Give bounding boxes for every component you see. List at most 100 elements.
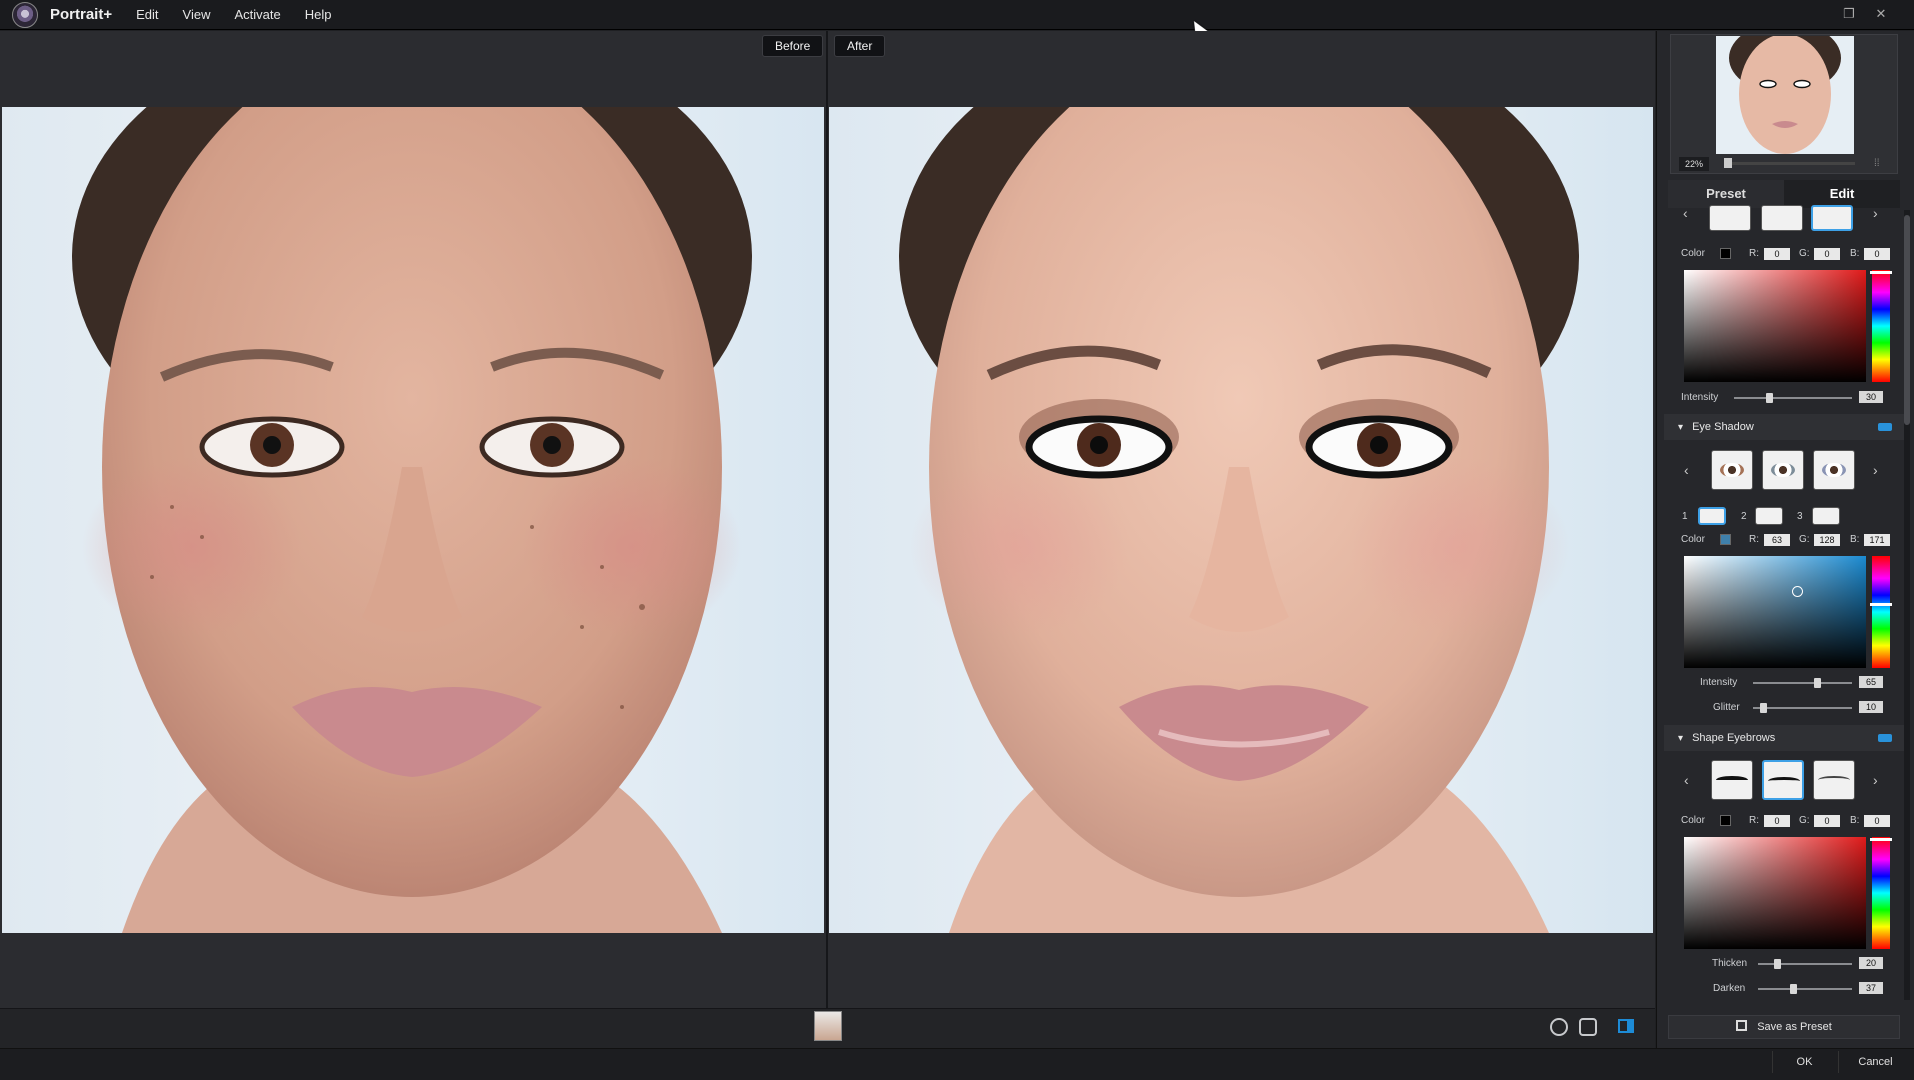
app-logo-icon (12, 1, 38, 28)
eyeliner-next-arrow-icon[interactable]: › (1873, 205, 1878, 221)
eye-shadow-hue-bar[interactable] (1872, 556, 1890, 668)
after-button[interactable]: After (834, 35, 886, 57)
before-portrait-image (2, 107, 824, 933)
eye-shadow-picker-cursor[interactable] (1792, 586, 1803, 597)
eye-shadow-style-2[interactable] (1762, 450, 1804, 490)
eye-shadow-header[interactable]: Eye Shadow (1664, 414, 1904, 440)
eye-shadow-intensity-value[interactable]: 65 (1859, 676, 1883, 688)
eyebrows-color-label: Color (1681, 815, 1705, 826)
filmstrip-thumbnail[interactable] (814, 1011, 842, 1041)
restore-window-icon[interactable]: ❐ (1836, 3, 1862, 25)
eye-shadow-intensity-knob[interactable] (1814, 678, 1822, 688)
ok-button[interactable]: OK (1772, 1051, 1836, 1073)
eye-shadow-slot-2[interactable] (1755, 507, 1783, 525)
eyebrows-darken-track[interactable] (1758, 988, 1852, 990)
eyebrows-color-swatch[interactable] (1720, 815, 1731, 826)
eye-shadow-slot-1-label: 1 (1682, 511, 1688, 522)
eye-shadow-style-3[interactable] (1813, 450, 1855, 490)
tab-edit[interactable]: Edit (1784, 180, 1900, 208)
panel-scrollbar-thumb[interactable] (1904, 215, 1910, 425)
cancel-button[interactable]: Cancel (1838, 1051, 1912, 1073)
face-detect-icon[interactable] (1579, 1018, 1597, 1036)
eyebrows-next-arrow-icon[interactable]: › (1873, 772, 1878, 788)
eye-shadow-r-label: R: (1749, 534, 1759, 545)
eye-shadow-color-swatch[interactable] (1720, 534, 1731, 545)
eye-shadow-b-label: B: (1850, 534, 1860, 545)
eyebrows-hue-marker[interactable] (1870, 838, 1892, 841)
close-window-icon[interactable]: ✕ (1868, 3, 1894, 25)
eyebrows-thicken-value[interactable]: 20 (1859, 957, 1883, 969)
eye-shadow-glitter-knob[interactable] (1759, 703, 1767, 713)
eyeliner-color-picker[interactable] (1684, 270, 1866, 382)
eyebrows-darken-value[interactable]: 37 (1859, 982, 1883, 994)
eye-shadow-prev-arrow-icon[interactable]: ‹ (1684, 462, 1689, 478)
eyebrows-darken-knob[interactable] (1789, 984, 1797, 994)
eyeliner-style-1[interactable] (1709, 205, 1751, 231)
navigator-thumbnail[interactable] (1716, 36, 1854, 154)
shape-eyebrows-header[interactable]: Shape Eyebrows (1664, 725, 1904, 751)
menu-activate[interactable]: Activate (234, 7, 280, 22)
eye-shadow-toggle[interactable] (1878, 423, 1892, 431)
split-divider[interactable] (826, 31, 828, 1008)
before-photo[interactable] (2, 107, 824, 933)
eye-shadow-slot-1[interactable] (1698, 507, 1726, 525)
eyebrows-thicken-knob[interactable] (1773, 959, 1781, 969)
eye-shadow-next-arrow-icon[interactable]: › (1873, 462, 1878, 478)
eye-shadow-style-1[interactable] (1711, 450, 1753, 490)
eyeliner-b-field[interactable]: 0 (1864, 248, 1890, 260)
eyebrows-b-label: B: (1850, 815, 1860, 826)
fit-icon[interactable]: ⁞⁞ (1874, 158, 1880, 169)
eyebrow-style-1[interactable] (1711, 760, 1753, 800)
eyebrows-color-picker[interactable] (1684, 837, 1866, 949)
eyeliner-intensity-value[interactable]: 30 (1859, 391, 1883, 403)
eye-shadow-hue-marker[interactable] (1870, 603, 1892, 606)
eye-shadow-title: Eye Shadow (1692, 421, 1754, 433)
zoom-slider[interactable] (1725, 162, 1855, 165)
eye-shadow-g-field[interactable]: 128 (1814, 534, 1840, 546)
eye-shadow-intensity-track[interactable] (1753, 682, 1852, 684)
eye-shadow-color-picker[interactable] (1684, 556, 1866, 668)
eyebrows-g-field[interactable]: 0 (1814, 815, 1840, 827)
eye-shadow-glitter-track[interactable] (1753, 707, 1852, 709)
eyeliner-g-field[interactable]: 0 (1814, 248, 1840, 260)
eye-shadow-slot-3-label: 3 (1797, 511, 1803, 522)
eyeliner-intensity-knob[interactable] (1766, 393, 1774, 403)
after-photo[interactable] (829, 107, 1653, 933)
eye-shadow-r-field[interactable]: 63 (1764, 534, 1790, 546)
menu-bar: Portrait+ Edit View Activate Help ❐ ✕ (0, 0, 1914, 30)
eyeliner-r-field[interactable]: 0 (1764, 248, 1790, 260)
eyebrows-thicken-track[interactable] (1758, 963, 1852, 965)
globe-settings-icon[interactable] (1550, 1018, 1568, 1036)
save-as-preset-button[interactable]: Save as Preset (1668, 1015, 1900, 1039)
eye-shadow-glitter-value[interactable]: 10 (1859, 701, 1883, 713)
menu-view[interactable]: View (183, 7, 211, 22)
menu-edit[interactable]: Edit (136, 7, 158, 22)
eyebrow-style-2[interactable] (1762, 760, 1804, 800)
dialog-footer (0, 1048, 1914, 1080)
eyebrow-style-3[interactable] (1813, 760, 1855, 800)
eye-shadow-b-field[interactable]: 171 (1864, 534, 1890, 546)
eyebrows-prev-arrow-icon[interactable]: ‹ (1684, 772, 1689, 788)
eyebrows-thicken-label: Thicken (1712, 958, 1748, 969)
zoom-slider-knob[interactable] (1724, 158, 1732, 168)
eyeliner-color-swatch[interactable] (1720, 248, 1731, 259)
eyeliner-prev-arrow-icon[interactable]: ‹ (1683, 205, 1688, 221)
eyebrows-r-field[interactable]: 0 (1764, 815, 1790, 827)
eyebrows-r-label: R: (1749, 815, 1759, 826)
eyeliner-style-3[interactable] (1811, 205, 1853, 231)
panel-toggle-icon[interactable] (1618, 1019, 1634, 1033)
eyeliner-hue-bar[interactable] (1872, 270, 1890, 382)
eyebrows-hue-bar[interactable] (1872, 837, 1890, 949)
eye-shadow-slot-2-label: 2 (1741, 511, 1747, 522)
menu-help[interactable]: Help (305, 7, 332, 22)
eyeliner-style-2[interactable] (1761, 205, 1803, 231)
eye-shadow-slot-3[interactable] (1812, 507, 1840, 525)
eyeliner-hue-marker[interactable] (1870, 271, 1892, 274)
shape-eyebrows-toggle[interactable] (1878, 734, 1892, 742)
eyeliner-intensity-track[interactable] (1734, 397, 1852, 399)
tab-preset[interactable]: Preset (1668, 180, 1784, 208)
eyebrows-b-field[interactable]: 0 (1864, 815, 1890, 827)
eye-shadow-g-label: G: (1799, 534, 1810, 545)
before-button[interactable]: Before (762, 35, 824, 57)
floppy-disk-icon (1736, 1020, 1748, 1031)
